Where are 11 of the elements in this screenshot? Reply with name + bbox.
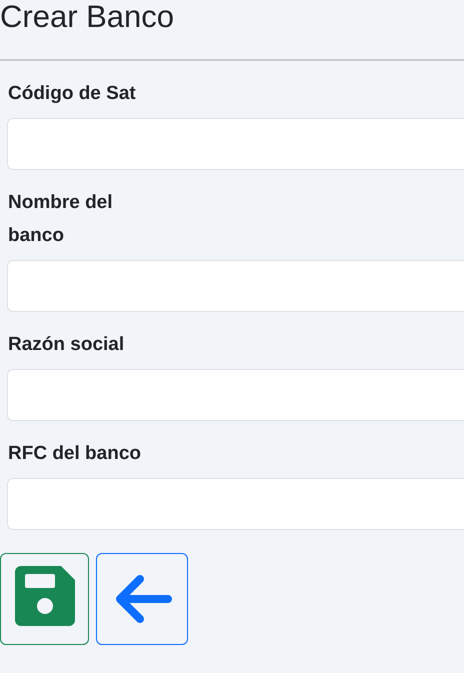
input-field[interactable]: [7, 369, 464, 421]
field-label: Nombre del banco: [8, 191, 114, 248]
save-button[interactable]: [0, 553, 89, 645]
input-field[interactable]: [7, 478, 464, 530]
back-button[interactable]: [96, 553, 188, 645]
input-field[interactable]: [7, 260, 464, 312]
field-label: Razón social: [8, 333, 126, 357]
input-field[interactable]: [7, 118, 464, 170]
field-label: Código de Sat: [8, 82, 137, 106]
field-label: RFC del banco: [8, 442, 142, 466]
page-title: Crear Banco: [0, 0, 174, 35]
